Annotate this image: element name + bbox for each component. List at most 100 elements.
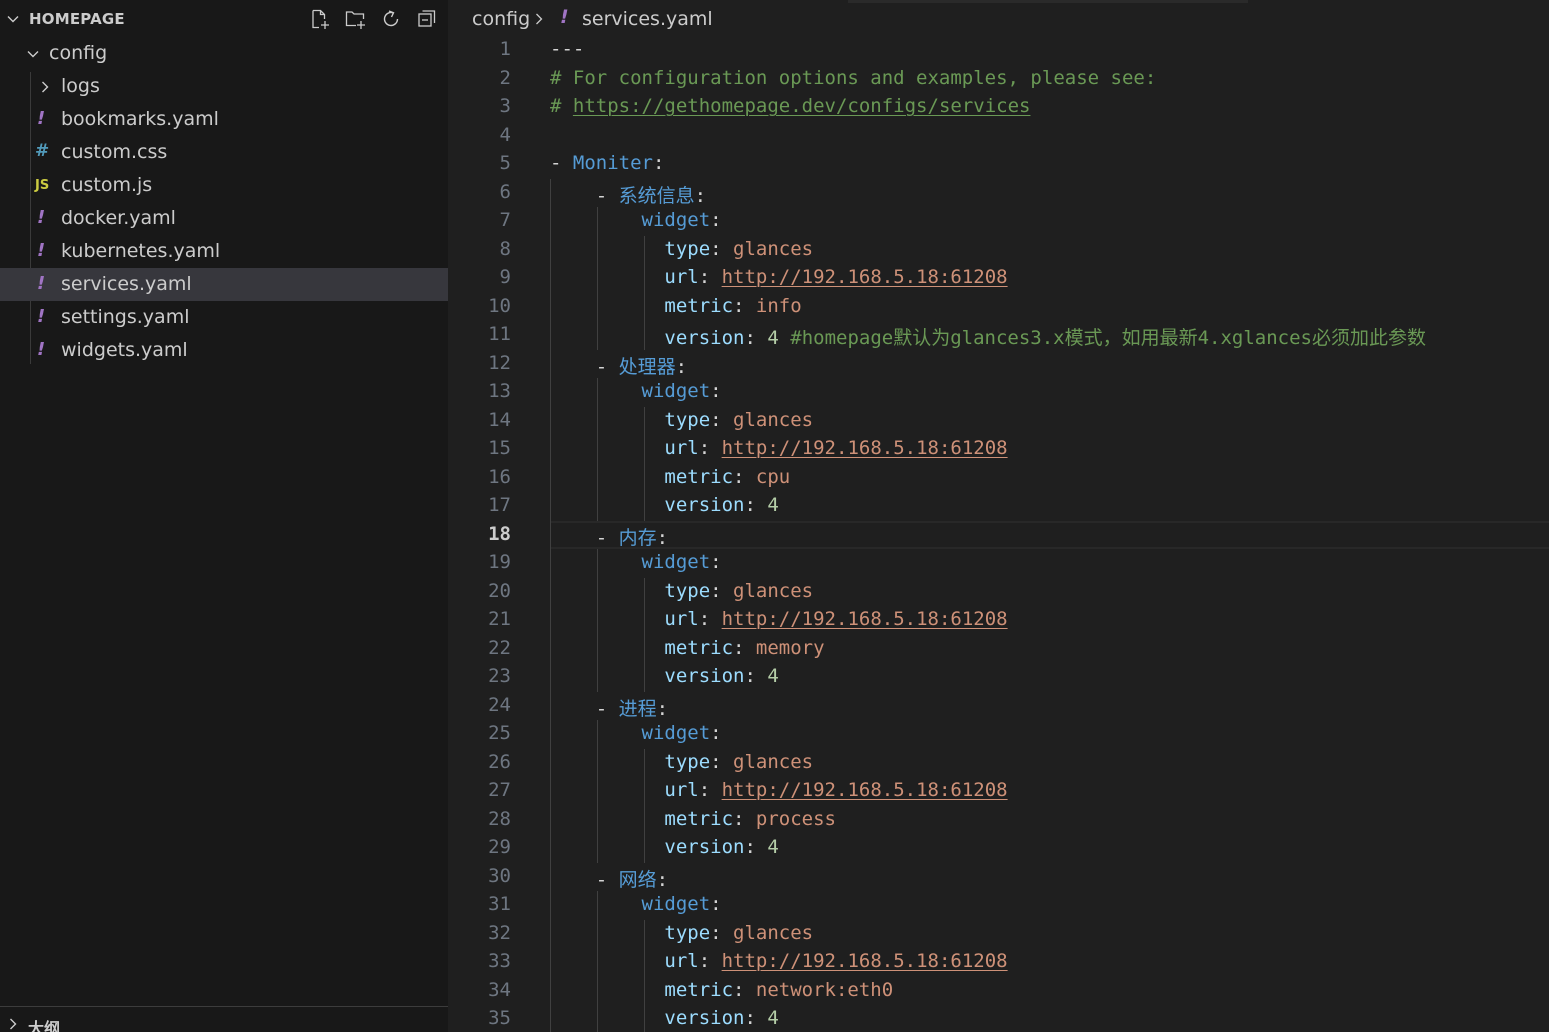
code-line[interactable]: 5 - Moniter: — [448, 150, 1549, 179]
code-line[interactable]: 32 type: glances — [448, 919, 1549, 948]
line-number: 5 — [499, 152, 511, 174]
code-token: 处理器 — [618, 355, 676, 378]
chevron-down-icon[interactable] — [5, 11, 21, 27]
line-number: 29 — [488, 836, 511, 858]
code-line[interactable]: 18 - 内存: — [448, 520, 1549, 549]
code-line[interactable]: 16 metric: cpu — [448, 463, 1549, 492]
code-token: : — [710, 579, 734, 602]
code-token: --- — [550, 38, 585, 60]
yaml-file-icon: ! — [37, 273, 46, 294]
explorer-header[interactable]: HOMEPAGE — [0, 0, 448, 38]
code-line[interactable]: 34 metric: network:eth0 — [448, 976, 1549, 1005]
code-token: : — [698, 950, 722, 972]
code-link[interactable]: http://192.168.5.18:61208 — [722, 608, 1008, 630]
line-number: 2 — [499, 66, 511, 89]
code-link[interactable]: http://192.168.5.18:61208 — [722, 950, 1008, 972]
line-text: widget: — [550, 551, 722, 573]
code-line[interactable]: 4 — [448, 122, 1549, 151]
code-line[interactable]: 13 widget: — [448, 378, 1549, 407]
new-folder-icon[interactable] — [343, 7, 367, 31]
code-line[interactable]: 2 # For configuration options and example… — [448, 65, 1549, 94]
tree-file-kubernetes-yaml[interactable]: ! kubernetes.yaml — [0, 235, 448, 268]
line-number: 31 — [488, 893, 511, 915]
chevron-right-icon[interactable] — [5, 1016, 21, 1032]
outline-title: 大纲 — [28, 1019, 61, 1032]
tree-file-bookmarks-yaml[interactable]: ! bookmarks.yaml — [0, 103, 448, 136]
code-token: : — [652, 152, 665, 174]
line-text: url: http://192.168.5.18:61208 — [550, 437, 1008, 459]
code-line[interactable]: 22 metric: memory — [448, 634, 1549, 663]
code-line[interactable]: 17 version: 4 — [448, 492, 1549, 521]
code-line[interactable]: 35 version: 4 — [448, 1005, 1549, 1032]
tree-folder-config[interactable]: config — [0, 37, 448, 70]
breadcrumb-folder[interactable]: config — [472, 8, 530, 30]
code-token: : — [710, 380, 722, 402]
code-line[interactable]: 25 widget: — [448, 720, 1549, 749]
code-token: type — [664, 750, 711, 773]
code-line[interactable]: 31 widget: — [448, 891, 1549, 920]
collapse-all-icon[interactable] — [415, 7, 439, 31]
code-token: process — [755, 807, 836, 830]
line-number: 34 — [488, 978, 511, 1001]
code-link[interactable]: http://192.168.5.18:61208 — [722, 437, 1008, 459]
code-line[interactable]: 23 version: 4 — [448, 663, 1549, 692]
code-line[interactable]: 6 - 系统信息: — [448, 178, 1549, 207]
code-token: : — [710, 209, 722, 231]
code-line[interactable]: 10 metric: info — [448, 292, 1549, 321]
line-number: 13 — [488, 380, 511, 402]
refresh-icon[interactable] — [379, 7, 403, 31]
code-line[interactable]: 20 type: glances — [448, 577, 1549, 606]
code-line[interactable]: 19 widget: — [448, 549, 1549, 578]
code-line[interactable]: 7 widget: — [448, 207, 1549, 236]
code-link[interactable]: http://192.168.5.18:61208 — [722, 266, 1008, 288]
line-number: 9 — [499, 266, 511, 288]
line-number: 20 — [488, 579, 511, 602]
tree-file-services-yaml[interactable]: ! services.yaml — [0, 268, 448, 301]
code-line[interactable]: 8 type: glances — [448, 235, 1549, 264]
code-line[interactable]: 24 - 进程: — [448, 691, 1549, 720]
code-line[interactable]: 27 url: http://192.168.5.18:61208 — [448, 777, 1549, 806]
code-line[interactable]: 3 # https://gethomepage.dev/configs/servi… — [448, 93, 1549, 122]
code-line[interactable]: 11 version: 4 #homepage默认为glances3.x模式，如… — [448, 321, 1549, 350]
code-link[interactable]: https://gethomepage.dev/configs/services — [573, 95, 1031, 117]
code-line[interactable]: 21 url: http://192.168.5.18:61208 — [448, 606, 1549, 635]
code-token: 进程 — [618, 697, 657, 720]
line-number: 24 — [488, 693, 511, 716]
code-editor[interactable]: config ! services.yaml 1 --- 2 # For config… — [448, 0, 1549, 1032]
line-text: type: glances — [550, 580, 813, 602]
tree-file-widgets-yaml[interactable]: ! widgets.yaml — [0, 334, 448, 367]
code-line[interactable]: 15 url: http://192.168.5.18:61208 — [448, 435, 1549, 464]
new-file-icon[interactable] — [307, 7, 331, 31]
tree-file-custom-js[interactable]: JS custom.js — [0, 169, 448, 202]
code-line[interactable]: 33 url: http://192.168.5.18:61208 — [448, 948, 1549, 977]
code-line[interactable]: 28 metric: process — [448, 805, 1549, 834]
outline-header[interactable]: 大纲 — [0, 1007, 448, 1032]
chevron-down-icon — [27, 51, 39, 58]
line-text: # https://gethomepage.dev/configs/servic… — [550, 95, 1030, 117]
line-number: 7 — [499, 209, 511, 231]
code-token: url — [664, 266, 699, 288]
code-line[interactable]: 9 url: http://192.168.5.18:61208 — [448, 264, 1549, 293]
code-line[interactable]: 26 type: glances — [448, 748, 1549, 777]
tree-folder-logs[interactable]: logs — [0, 70, 448, 103]
code-line[interactable]: 14 type: glances — [448, 406, 1549, 435]
code-token: url — [664, 779, 699, 801]
line-text: version: 4 — [550, 836, 778, 858]
code-line[interactable]: 30 - 网络: — [448, 862, 1549, 891]
tree-file-docker-yaml[interactable]: ! docker.yaml — [0, 202, 448, 235]
code-line[interactable]: 1 --- — [448, 36, 1549, 65]
tree-file-settings-yaml[interactable]: ! settings.yaml — [0, 301, 448, 334]
code-token: type — [664, 579, 711, 602]
tree-file-custom-css[interactable]: # custom.css — [0, 136, 448, 169]
line-text: url: http://192.168.5.18:61208 — [550, 266, 1008, 288]
code-line[interactable]: 29 version: 4 — [448, 834, 1549, 863]
code-token: : — [733, 807, 756, 830]
code-link[interactable]: http://192.168.5.18:61208 — [722, 779, 1008, 801]
code-line[interactable]: 12 - 处理器: — [448, 349, 1549, 378]
line-number: 17 — [488, 494, 511, 516]
line-text: widget: — [550, 893, 722, 915]
breadcrumb-file[interactable]: services.yaml — [582, 8, 713, 30]
